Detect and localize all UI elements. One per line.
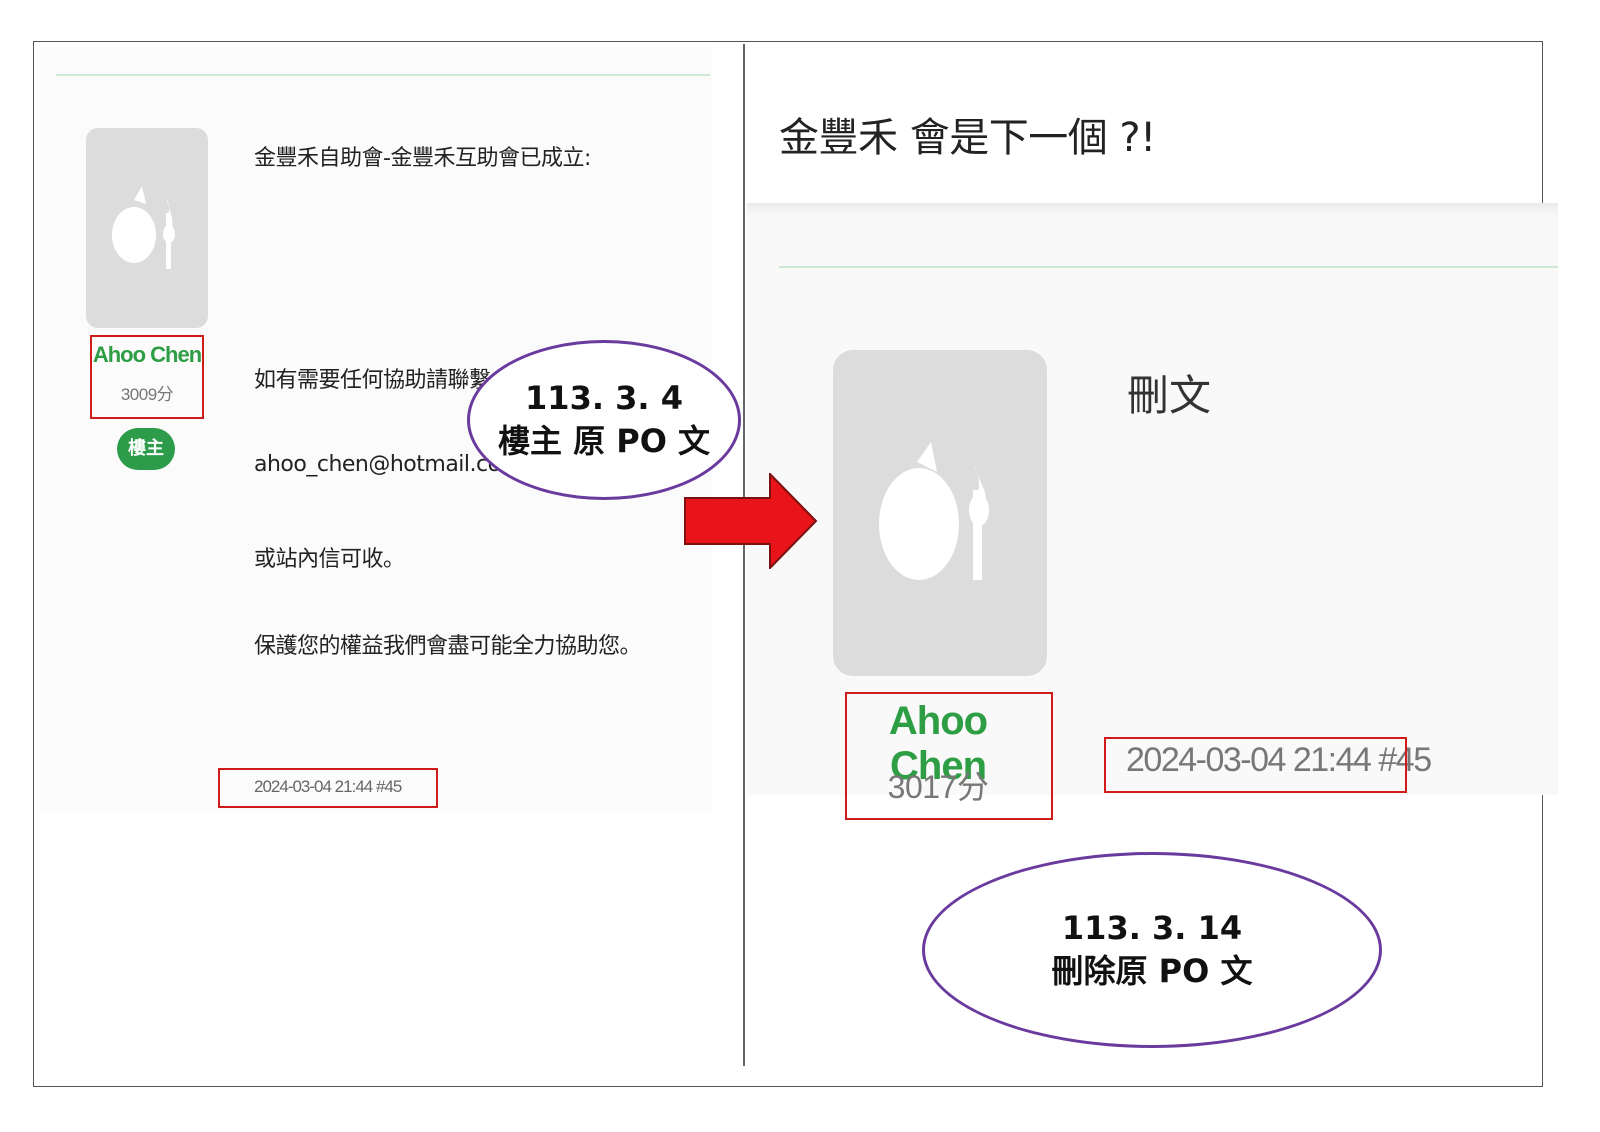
right-post-content: 刪文	[1127, 371, 1212, 420]
default-avatar-icon	[879, 442, 989, 580]
right-annotation-label: 刪除原 PO 文	[1051, 952, 1253, 990]
right-annotation-date: 113. 3. 14	[1061, 908, 1243, 947]
left-post-line-2: 如有需要任何協助請聯繫:	[254, 368, 498, 393]
op-badge: 樓主	[117, 428, 175, 470]
right-arrow-icon	[684, 473, 818, 569]
right-timestamp-highlight-box	[1104, 737, 1407, 793]
left-post-separator	[56, 74, 710, 76]
left-post-line-5: 保護您的權益我們會盡可能全力協助您。	[254, 634, 642, 659]
left-timestamp-highlight-box	[218, 768, 438, 808]
left-user-highlight-box	[90, 335, 204, 419]
right-thread-title: 金豐禾 會是下一個 ?!	[779, 115, 1156, 161]
right-user-avatar[interactable]	[833, 350, 1047, 676]
left-annotation-date: 113. 3. 4	[525, 378, 683, 417]
left-user-avatar[interactable]	[86, 128, 208, 328]
right-post-separator	[779, 266, 1558, 268]
left-post-line-1: 金豐禾自助會-金豐禾互助會已成立:	[254, 146, 591, 171]
left-annotation-label: 樓主 原 PO 文	[497, 422, 711, 460]
default-avatar-icon	[112, 186, 175, 269]
left-post-line-4: 或站內信可收。	[254, 547, 405, 572]
right-date-annotation: 113. 3. 14 刪除原 PO 文	[922, 852, 1382, 1048]
right-user-highlight-box	[845, 692, 1053, 820]
